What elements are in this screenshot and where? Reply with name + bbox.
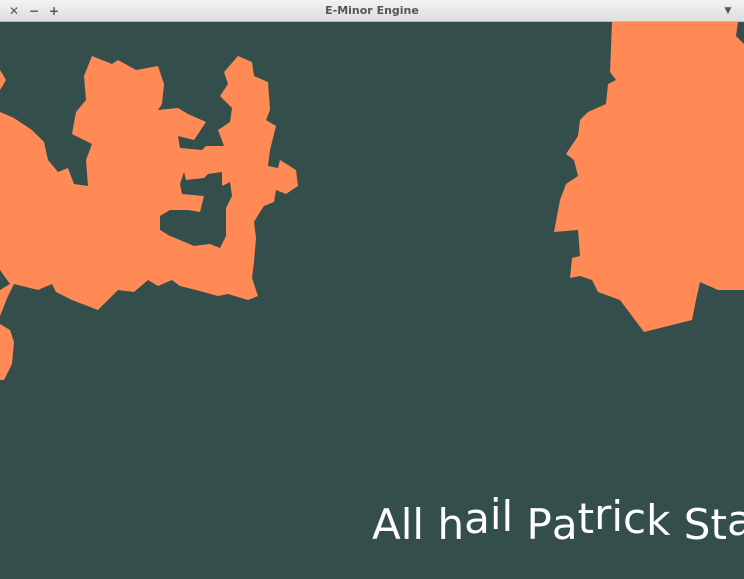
hud-char: l (400, 500, 413, 549)
hud-char (670, 500, 683, 549)
hud-char: a (551, 500, 578, 549)
hud-char: r (594, 490, 612, 539)
hud-text: All hail Patrick Star (372, 490, 744, 549)
hud-char: l (501, 492, 514, 541)
game-window: ✕ − + E-Minor Engine ▼ All hail Patrick … (0, 0, 744, 579)
title-bar[interactable]: ✕ − + E-Minor Engine ▼ (0, 0, 744, 22)
hud-char: l (412, 500, 425, 549)
hud-char: S (683, 500, 711, 549)
hud-char: h (437, 500, 465, 549)
hud-char: a (464, 494, 490, 543)
hud-char: k (646, 496, 671, 545)
hud-char (424, 500, 437, 549)
hud-message: All hail Patrick Star (372, 490, 744, 549)
hud-char: i (489, 490, 502, 539)
window-title: E-Minor Engine (325, 4, 419, 17)
hud-char: a (726, 496, 744, 545)
hud-char (513, 500, 526, 549)
hud-char: P (526, 500, 552, 549)
hud-char: t (577, 494, 595, 543)
window-menu-button[interactable]: ▼ (720, 3, 736, 19)
hud-char: i (611, 492, 624, 541)
hud-char: c (623, 494, 647, 543)
hud-char: A (372, 500, 401, 549)
hud-char: t (710, 500, 727, 549)
